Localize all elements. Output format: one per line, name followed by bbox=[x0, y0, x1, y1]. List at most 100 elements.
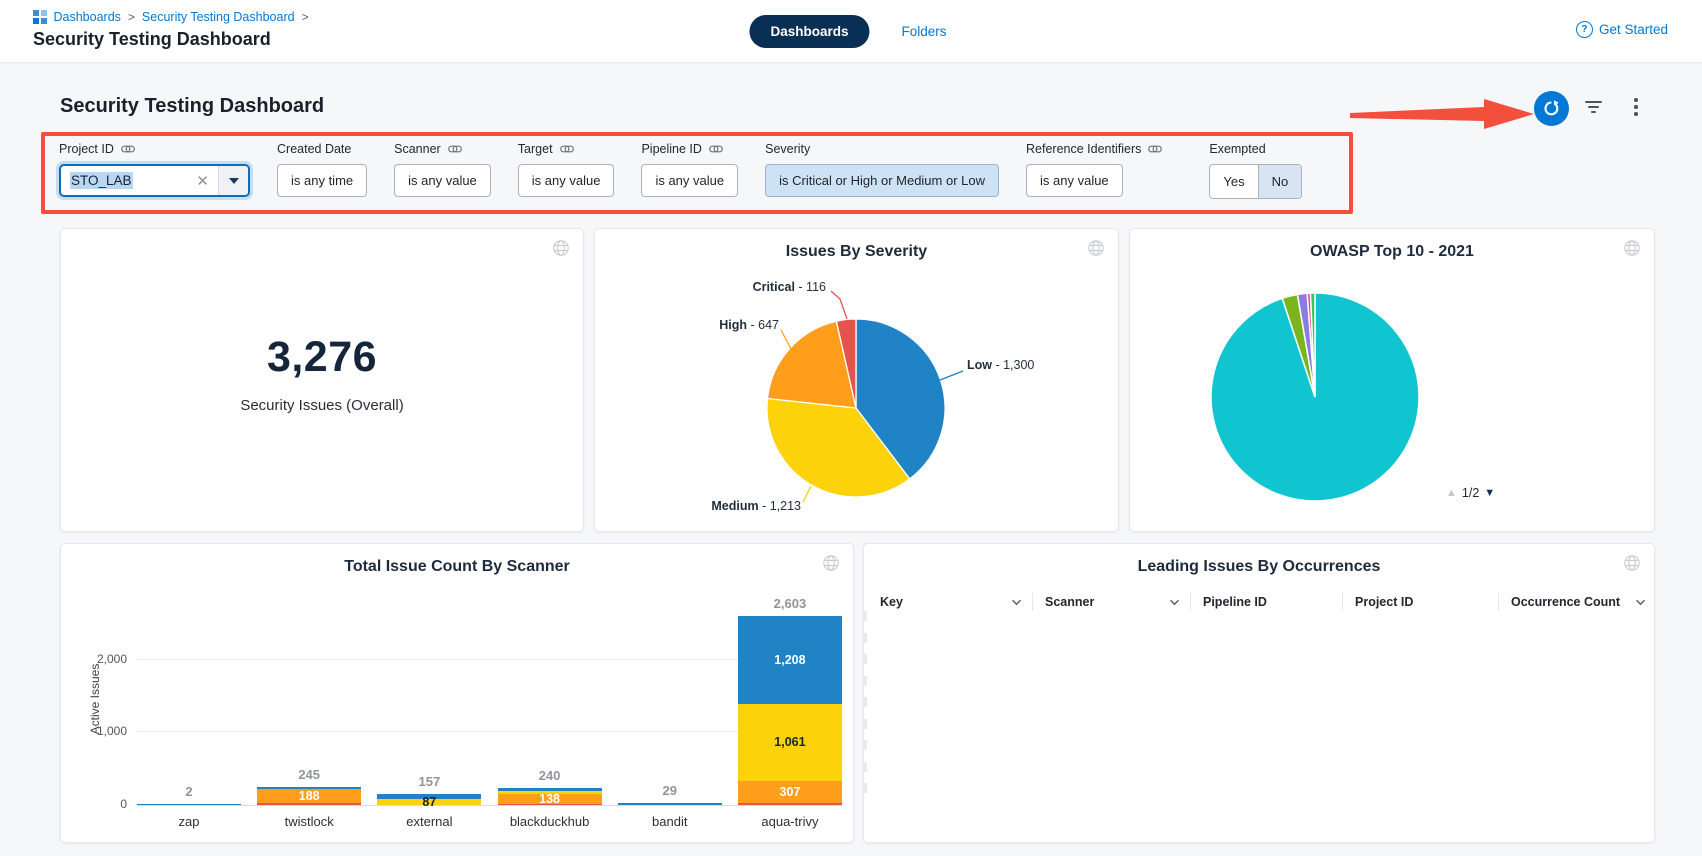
tab-dashboards[interactable]: Dashboards bbox=[749, 15, 869, 48]
filter-scanner: Scanner is any value bbox=[394, 141, 491, 199]
label-connector-critical bbox=[831, 291, 847, 319]
breadcrumb-current-dashboard[interactable]: Security Testing Dashboard bbox=[142, 10, 295, 24]
filter-created-date: Created Date is any time bbox=[277, 141, 367, 199]
link-icon bbox=[560, 144, 574, 154]
bar-blackduckhub[interactable]: 138240blackduckhub bbox=[498, 590, 602, 805]
filter-target: Targetis any value bbox=[518, 141, 615, 199]
bar-stack: 188 bbox=[257, 787, 361, 805]
clear-icon[interactable]: ✕ bbox=[187, 172, 218, 190]
link-icon bbox=[709, 144, 723, 154]
x-axis-label-external: external bbox=[377, 814, 481, 829]
link-icon bbox=[1148, 144, 1162, 154]
bar-external[interactable]: 87157external bbox=[377, 590, 481, 805]
get-started-link[interactable]: ? Get Started bbox=[1576, 21, 1668, 38]
filter-label-row: Scanner bbox=[394, 141, 491, 156]
column-header-pipeline-id: Pipeline ID bbox=[1190, 593, 1342, 611]
scanner-bar-chart[interactable]: 2zap188245twistlock87157external138240bl… bbox=[137, 590, 842, 806]
label-connector-medium bbox=[803, 486, 811, 502]
scanner-filter-button[interactable]: is any value bbox=[394, 164, 491, 197]
scanner-chart-title: Total Issue Count By Scanner bbox=[61, 558, 853, 576]
column-header-project-id: Project ID bbox=[1342, 593, 1498, 611]
globe-icon bbox=[1623, 554, 1641, 572]
column-label: Project ID bbox=[1355, 595, 1413, 609]
filter-label-row: Project ID bbox=[59, 141, 250, 156]
pager-up-icon[interactable]: ▲ bbox=[1446, 487, 1457, 499]
clipped-row-edge bbox=[864, 697, 867, 707]
page-title: Security Testing Dashboard bbox=[33, 29, 271, 50]
bar-aqua-trivy[interactable]: 3071,0611,2082,603aqua-trivy bbox=[738, 590, 842, 805]
owasp-pie-chart[interactable] bbox=[1130, 229, 1654, 531]
segment-low: 1,208 bbox=[738, 616, 842, 704]
bar-total-label: 2 bbox=[137, 784, 241, 799]
card-security-issues-overall: 3,276 Security Issues (Overall) bbox=[60, 228, 584, 532]
filter-label-row: Severity bbox=[765, 141, 999, 156]
refresh-button[interactable] bbox=[1534, 91, 1569, 126]
sort-chevron-icon[interactable] bbox=[1169, 599, 1180, 606]
toggle-option-no[interactable]: No bbox=[1258, 165, 1302, 198]
target-filter-button[interactable]: is any value bbox=[518, 164, 615, 197]
clipped-row-edge bbox=[864, 654, 867, 664]
segment-low bbox=[618, 803, 722, 805]
filter-label-row: Created Date bbox=[277, 141, 367, 156]
bar-stack: 87 bbox=[377, 794, 481, 805]
pie-label-medium: Medium - 1,213 bbox=[711, 499, 801, 513]
globe-icon bbox=[822, 554, 840, 572]
severity-filter-button[interactable]: is Critical or High or Medium or Low bbox=[765, 164, 999, 197]
column-header-key[interactable]: Key bbox=[880, 593, 1032, 611]
filter-label: Scanner bbox=[394, 142, 441, 156]
pager-text: 1/2 bbox=[1462, 486, 1479, 500]
more-options-icon[interactable] bbox=[1633, 98, 1639, 119]
overall-issue-count: 3,276 bbox=[267, 333, 377, 382]
column-header-occurrence-count[interactable]: Occurrence Count bbox=[1498, 593, 1646, 611]
occurrences-table-title: Leading Issues By Occurrences bbox=[864, 558, 1654, 576]
dashboard-filter-icon[interactable] bbox=[1583, 101, 1603, 115]
pie-label-high: High - 647 bbox=[719, 318, 779, 332]
pipeline-id-filter-button[interactable]: is any value bbox=[641, 164, 738, 197]
filter-project-id: Project ID STO_LAB ✕ bbox=[59, 141, 250, 199]
clipped-row-edge bbox=[864, 611, 867, 621]
pie-label-critical: Critical - 116 bbox=[753, 280, 826, 294]
filter-reference-identifiers: Reference Identifiers is any value bbox=[1026, 141, 1162, 199]
caret-down-icon bbox=[229, 178, 239, 184]
column-header-scanner[interactable]: Scanner bbox=[1032, 593, 1190, 611]
dropdown-caret[interactable] bbox=[218, 166, 248, 195]
filter-label: Created Date bbox=[277, 142, 351, 156]
bar-total-label: 29 bbox=[618, 783, 722, 798]
toggle-option-yes[interactable]: Yes bbox=[1210, 165, 1257, 198]
overall-issue-label: Security Issues (Overall) bbox=[240, 397, 403, 414]
top-bar: Dashboards > Security Testing Dashboard … bbox=[0, 0, 1702, 63]
segment-low bbox=[137, 804, 241, 805]
segment-high: 138 bbox=[498, 794, 602, 804]
globe-icon bbox=[1623, 554, 1641, 572]
segment-high: 307 bbox=[738, 781, 842, 803]
bar-zap[interactable]: 2zap bbox=[137, 590, 241, 805]
tab-folders[interactable]: Folders bbox=[896, 23, 953, 40]
label-connector-low bbox=[940, 371, 963, 380]
bar-total-label: 240 bbox=[498, 768, 602, 783]
bar-stack bbox=[137, 804, 241, 805]
clipped-row-edge bbox=[864, 676, 867, 686]
segment-high: 188 bbox=[257, 789, 361, 803]
sort-chevron-icon[interactable] bbox=[1635, 599, 1646, 606]
issues-by-severity-pie-chart[interactable]: Low - 1,300Medium - 1,213High - 647Criti… bbox=[595, 229, 1118, 531]
reference-identifiers-filter-button[interactable]: is any value bbox=[1026, 164, 1123, 197]
filter-label-row: Exempted bbox=[1209, 141, 1302, 156]
clipped-row-edge bbox=[864, 719, 867, 729]
globe-icon bbox=[552, 239, 570, 257]
x-axis-label-aqua-trivy: aqua-trivy bbox=[738, 814, 842, 829]
breadcrumb-dashboards[interactable]: Dashboards bbox=[54, 10, 121, 24]
combobox-value: STO_LAB bbox=[70, 172, 133, 189]
filter-label-row: Reference Identifiers bbox=[1026, 141, 1162, 156]
bar-bandit[interactable]: 29bandit bbox=[618, 590, 722, 805]
segment-critical bbox=[498, 804, 602, 805]
clipped-row-edge bbox=[864, 633, 867, 643]
project-id-combobox[interactable]: STO_LAB ✕ bbox=[59, 164, 250, 197]
segment-critical bbox=[257, 803, 361, 805]
bar-twistlock[interactable]: 188245twistlock bbox=[257, 590, 361, 805]
help-circle-icon: ? bbox=[1576, 21, 1593, 38]
sort-chevron-icon[interactable] bbox=[1011, 599, 1022, 606]
created-date-filter-button[interactable]: is any time bbox=[277, 164, 367, 197]
globe-icon bbox=[552, 239, 570, 257]
pager-down-icon[interactable]: ▼ bbox=[1484, 487, 1495, 499]
get-started-label: Get Started bbox=[1599, 22, 1668, 37]
